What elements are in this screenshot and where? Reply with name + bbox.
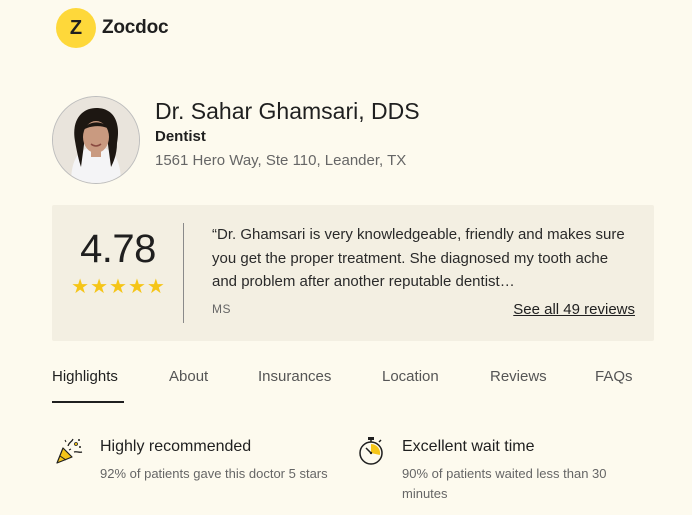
star-rating: ★ ★ ★ ★ ★ — [70, 277, 166, 297]
divider — [183, 223, 184, 323]
review-quote: “Dr. Ghamsari is very knowledgeable, fri… — [212, 226, 625, 290]
stopwatch-icon — [359, 437, 383, 465]
doctor-profile-header: Dr. Sahar Ghamsari, DDS Dentist 1561 Her… — [52, 96, 420, 184]
star-icon: ★ — [90, 276, 109, 298]
star-icon: ★ — [146, 276, 165, 298]
active-tab-indicator — [52, 401, 124, 403]
tab-insurances[interactable]: Insurances — [258, 366, 331, 388]
highlight-subtitle: 92% of patients gave this doctor 5 stars — [100, 466, 328, 481]
doctor-avatar — [52, 96, 140, 184]
doctor-name: Dr. Sahar Ghamsari, DDS — [155, 98, 420, 124]
tab-about[interactable]: About — [169, 366, 208, 388]
party-popper-icon — [56, 438, 83, 464]
zocdoc-logo-icon: Z — [56, 8, 96, 48]
tab-reviews[interactable]: Reviews — [490, 366, 547, 388]
highlight-title: Excellent wait time — [402, 438, 535, 455]
star-icon: ★ — [127, 276, 146, 298]
tab-location[interactable]: Location — [382, 366, 439, 388]
see-all-reviews-link[interactable]: See all 49 reviews — [513, 301, 635, 318]
review-summary-card: 4.78 ★ ★ ★ ★ ★ “Dr. Ghamsari is very kno… — [52, 205, 654, 341]
brand-name: Zocdoc — [102, 17, 169, 38]
doctor-address: 1561 Hero Way, Ste 110, Leander, TX — [155, 152, 407, 169]
zocdoc-logo[interactable]: Z Zocdoc — [56, 8, 169, 48]
rating-value: 4.78 — [80, 227, 156, 271]
profile-tabs: Highlights About Insurances Location Rev… — [52, 366, 672, 404]
star-icon: ★ — [71, 276, 90, 298]
reviewer-initials: MS — [212, 302, 231, 316]
star-icon: ★ — [109, 276, 127, 298]
doctor-photo — [53, 97, 139, 183]
rating-block: 4.78 ★ ★ ★ ★ ★ — [70, 227, 166, 297]
highlight-subtitle: 90% of patients waited less than 30 minu… — [402, 466, 607, 501]
highlight-title: Highly recommended — [100, 438, 252, 455]
doctor-specialty: Dentist — [155, 128, 206, 145]
tab-faqs[interactable]: FAQs — [595, 366, 633, 388]
tab-highlights[interactable]: Highlights — [52, 366, 118, 388]
